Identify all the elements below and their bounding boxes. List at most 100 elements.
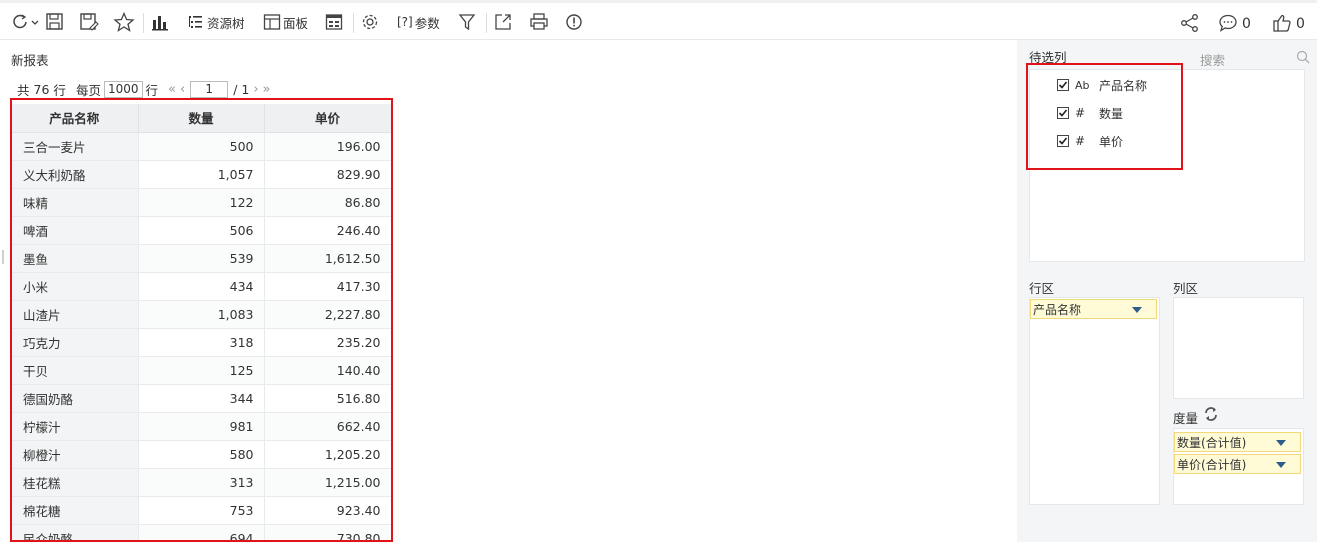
product-name-cell: 干贝 [11, 356, 139, 385]
row-field-chip[interactable]: 产品名称 [1030, 299, 1157, 319]
table-row[interactable]: 柠檬汁 981 662.40 [11, 412, 391, 441]
per-page-input[interactable]: 1000 [103, 80, 143, 98]
params-label: 参数 [414, 15, 440, 31]
product-name-cell: 义大利奶酪 [11, 160, 139, 189]
table-row[interactable]: 三合一麦片 500 196.00 [11, 132, 391, 161]
table-row[interactable]: 味精 122 86.80 [11, 188, 391, 217]
print-button[interactable] [529, 9, 549, 35]
dropdown-arrow-icon[interactable] [1132, 307, 1142, 313]
table-row[interactable]: 干贝 125 140.40 [11, 356, 391, 385]
table-row[interactable]: 墨鱼 539 1,612.50 [11, 244, 391, 273]
chart-button[interactable] [150, 9, 170, 35]
page-total: / 1 [233, 81, 250, 97]
bar-chart-icon [150, 12, 170, 32]
params-prefix: [?] [397, 15, 413, 29]
comment-button[interactable]: 0 [1218, 11, 1251, 37]
product-name-cell: 墨鱼 [11, 244, 139, 273]
resource-tree-button[interactable]: 资源树 [187, 9, 245, 35]
search-input[interactable]: 搜索 [1200, 50, 1225, 69]
collapse-handle[interactable] [2, 250, 4, 264]
col-zone[interactable] [1173, 297, 1304, 399]
search-icon[interactable] [1296, 50, 1310, 67]
table-row[interactable]: 小米 434 417.30 [11, 272, 391, 301]
product-name-cell: 小米 [11, 272, 139, 301]
table-row[interactable]: 棉花糖 753 923.40 [11, 496, 391, 525]
share-button[interactable] [1180, 11, 1200, 37]
toolbar: 资源树 面板 [?] 参数 0 0 [0, 0, 1317, 40]
panel-icon [263, 12, 281, 32]
per-page-label: 每页 [75, 82, 101, 98]
pager: 共 76 行 每页 1000 行 « ‹ 1 / 1 › » [17, 80, 273, 98]
page-input[interactable]: 1 [190, 80, 229, 98]
save-icon [45, 12, 65, 32]
info-button[interactable] [564, 9, 584, 35]
swap-icon[interactable] [1204, 407, 1218, 424]
quantity-cell: 1,057 [138, 160, 265, 189]
save-button[interactable] [45, 9, 65, 35]
table-row[interactable]: 巧克力 318 235.20 [11, 328, 391, 357]
panel-label: 面板 [283, 15, 309, 31]
prev-page-icon[interactable]: ‹ [180, 82, 185, 97]
measure-chip-price[interactable]: 单价(合计值) [1174, 454, 1301, 474]
dropdown-arrow-icon[interactable] [1276, 440, 1286, 446]
star-icon [113, 12, 135, 32]
like-button[interactable]: 0 [1272, 11, 1305, 37]
table-row[interactable]: 柳橙汁 580 1,205.20 [11, 440, 391, 469]
quantity-cell: 125 [138, 356, 265, 385]
product-name-cell: 柠檬汁 [11, 412, 139, 441]
price-cell: 1,205.20 [264, 440, 391, 469]
printer-icon [529, 12, 549, 32]
column-header[interactable]: 产品名称 [11, 104, 139, 133]
quantity-cell: 1,083 [138, 300, 265, 329]
table-row[interactable]: 桂花糕 313 1,215.00 [11, 468, 391, 497]
quantity-cell: 434 [138, 272, 265, 301]
divider [486, 13, 487, 33]
table-row[interactable]: 啤酒 506 246.40 [11, 216, 391, 245]
table-row[interactable]: 山渣片 1,083 2,227.80 [11, 300, 391, 329]
refresh-icon [10, 12, 40, 32]
refresh-button[interactable] [10, 9, 40, 35]
product-name-cell: 三合一麦片 [11, 132, 139, 161]
row-zone[interactable] [1029, 297, 1160, 505]
dropdown-arrow-icon[interactable] [1276, 462, 1286, 468]
per-page-unit: 行 [145, 82, 159, 98]
share-icon [1180, 13, 1200, 36]
quantity-cell: 753 [138, 496, 265, 525]
table-row[interactable]: 民众奶酪 694 730.80 [11, 524, 391, 542]
first-page-icon[interactable]: « [168, 82, 176, 97]
table-row[interactable]: 义大利奶酪 1,057 829.90 [11, 160, 391, 189]
quantity-cell: 122 [138, 188, 265, 217]
thumbs-up-icon [1272, 13, 1292, 36]
column-header[interactable]: 数量 [138, 104, 265, 133]
product-name-cell: 啤酒 [11, 216, 139, 245]
price-cell: 1,612.50 [264, 244, 391, 273]
quantity-cell: 313 [138, 468, 265, 497]
report-title: 新报表 [11, 53, 49, 68]
export-button[interactable] [494, 9, 512, 35]
price-cell: 140.40 [264, 356, 391, 385]
product-name-cell: 山渣片 [11, 300, 139, 329]
column-header[interactable]: 单价 [264, 104, 391, 133]
table-row[interactable]: 德国奶酪 344 516.80 [11, 384, 391, 413]
favorite-button[interactable] [113, 9, 135, 35]
panel-button[interactable]: 面板 [263, 9, 308, 35]
quantity-cell: 500 [138, 132, 265, 161]
product-name-cell: 味精 [11, 188, 139, 217]
measure-chip-quantity[interactable]: 数量(合计值) [1174, 432, 1301, 452]
gear-icon [360, 12, 380, 32]
layout-icon [325, 12, 343, 32]
params-button[interactable]: [?] 参数 [395, 9, 440, 35]
comment-icon [1218, 13, 1238, 36]
quantity-cell: 344 [138, 384, 265, 413]
data-table: 产品名称 数量 单价 三合一麦片 500 196.00 义大利奶酪 1,057 829.9… [11, 104, 391, 542]
last-page-icon[interactable]: » [263, 82, 271, 97]
quantity-cell: 694 [138, 524, 265, 542]
chip-label: 产品名称 [1033, 302, 1082, 317]
filter-button[interactable] [458, 9, 476, 35]
next-page-icon[interactable]: › [253, 82, 258, 97]
settings-button[interactable] [360, 9, 380, 35]
quantity-cell: 506 [138, 216, 265, 245]
layout-button[interactable] [325, 9, 343, 35]
table-header-row: 产品名称 数量 单价 [11, 104, 391, 133]
save-as-button[interactable] [79, 9, 99, 35]
